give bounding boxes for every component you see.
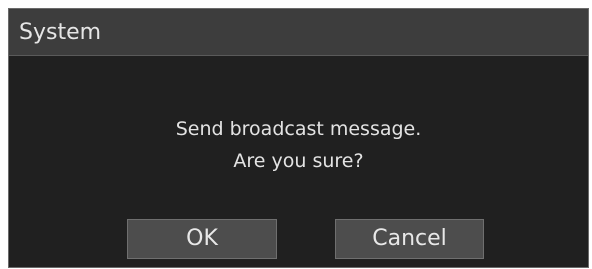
ok-button[interactable]: OK (127, 219, 277, 259)
message-line-2: Are you sure? (233, 150, 364, 172)
message-line-1: Send broadcast message. (175, 118, 422, 140)
dialog-titlebar: System (9, 9, 588, 56)
cancel-button[interactable]: Cancel (335, 219, 484, 259)
confirmation-dialog: System Send broadcast message. Are you s… (8, 8, 589, 268)
dialog-title: System (19, 20, 102, 45)
dialog-message: Send broadcast message. Are you sure? (9, 113, 588, 177)
